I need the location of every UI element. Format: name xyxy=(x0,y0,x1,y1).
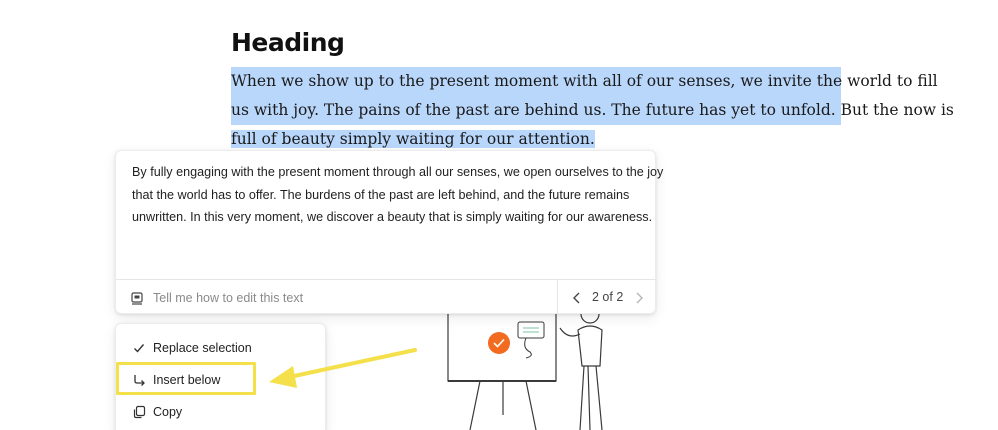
menu-item-label: Copy xyxy=(153,405,183,419)
ai-prompt-icon xyxy=(131,292,143,305)
paragraph-line: full of beauty simply waiting for our at… xyxy=(231,130,595,148)
menu-item-label: Replace selection xyxy=(153,341,252,355)
check-icon xyxy=(134,344,145,353)
edit-prompt-input[interactable] xyxy=(153,288,548,308)
presentation-illustration xyxy=(447,304,603,430)
suggestion-line: unwritten. In this very moment, we disco… xyxy=(132,210,653,224)
ai-suggestion-text: By fully engaging with the present momen… xyxy=(132,161,664,229)
chevron-left-icon[interactable] xyxy=(570,291,584,305)
suggestion-pager: 2 of 2 xyxy=(557,280,657,316)
paragraph-line: us with joy. The pains of the past are b… xyxy=(231,96,954,125)
suggestion-line: By fully engaging with the present momen… xyxy=(132,165,664,179)
ai-panel-footer: 2 of 2 xyxy=(116,279,657,316)
document-paragraph[interactable]: When we show up to the present moment wi… xyxy=(231,67,954,154)
insert-below-icon xyxy=(134,375,145,386)
replace-selection-item[interactable]: Replace selection xyxy=(116,333,327,363)
insert-below-item[interactable]: Insert below xyxy=(116,365,327,395)
chevron-right-icon[interactable] xyxy=(632,291,646,305)
document-heading: Heading xyxy=(231,28,345,57)
pager-count: 2 of 2 xyxy=(592,290,624,304)
copy-icon xyxy=(133,405,146,419)
paragraph-line: When we show up to the present moment wi… xyxy=(231,67,938,96)
suggestion-actions-menu: Replace selection Insert below Copy xyxy=(115,323,326,430)
check-badge-icon xyxy=(488,332,510,354)
copy-item[interactable]: Copy xyxy=(116,397,327,427)
suggestion-line: that the world has to offer. The burdens… xyxy=(132,187,630,202)
ai-suggestion-panel: By fully engaging with the present momen… xyxy=(115,150,664,316)
menu-item-label: Insert below xyxy=(153,373,221,387)
